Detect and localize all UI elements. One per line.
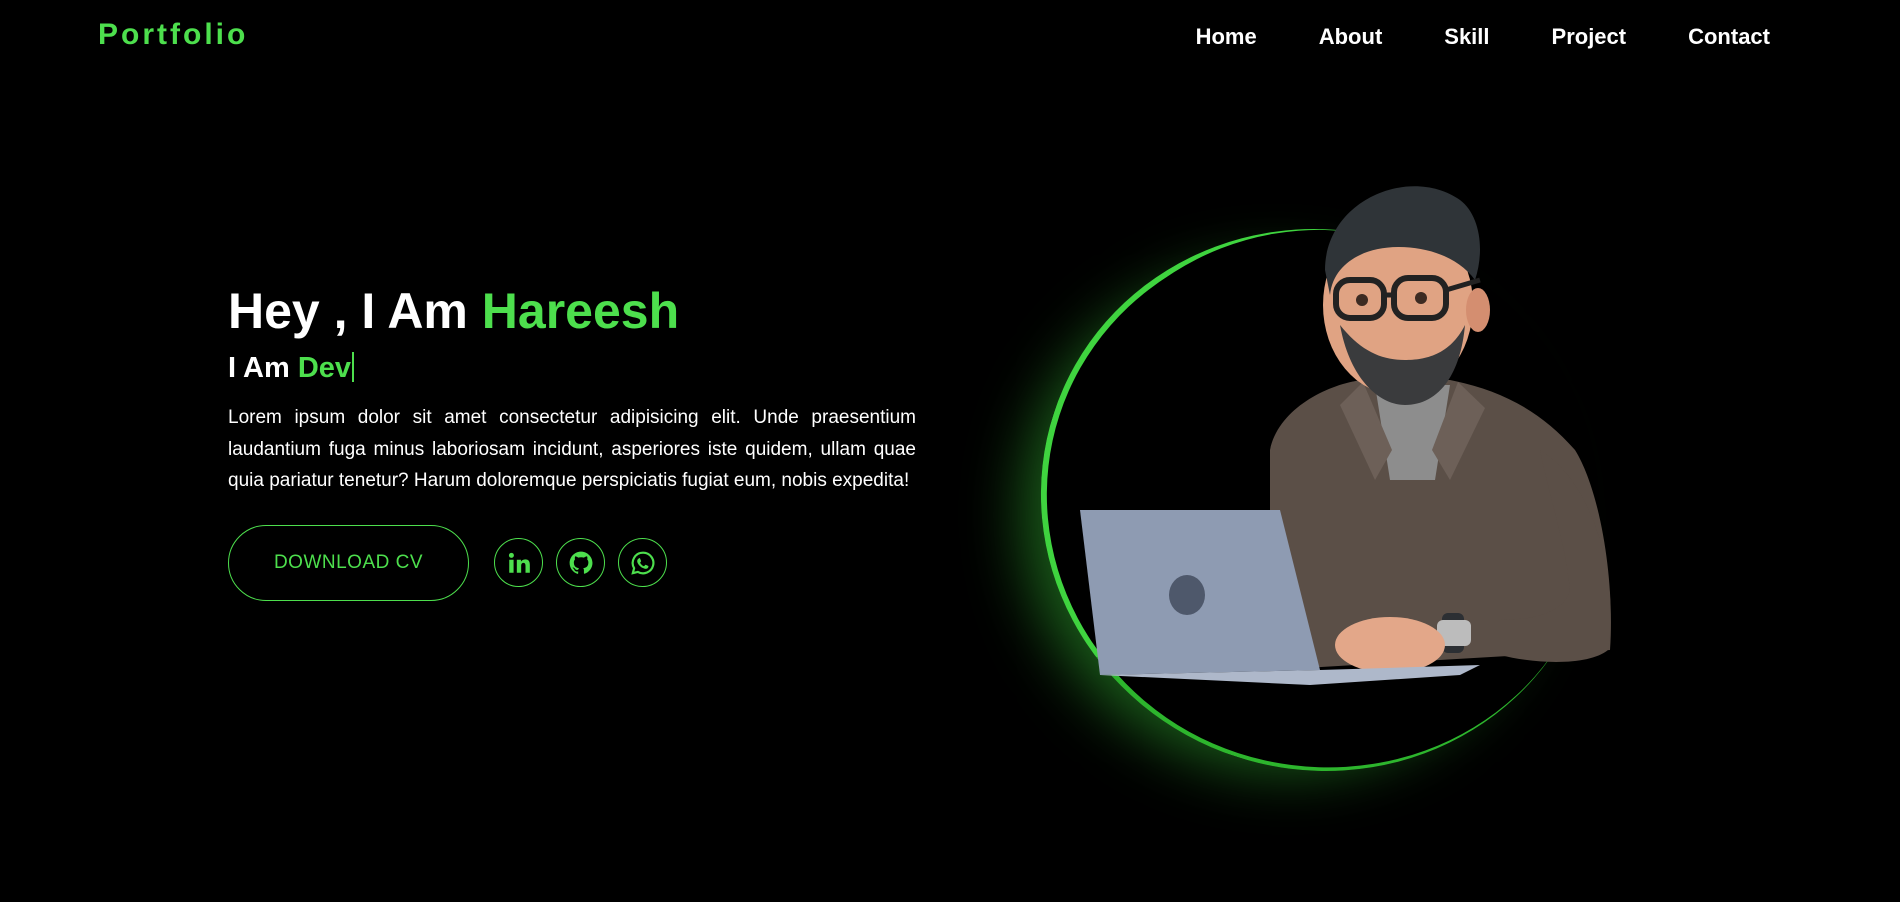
download-cv-button[interactable]: DOWNLOAD CV — [228, 524, 469, 601]
linkedin-link[interactable] — [494, 538, 543, 587]
hero-subtitle: I Am Dev — [228, 350, 916, 386]
nav-contact[interactable]: Contact — [1688, 22, 1770, 52]
hero-section: Hey , I Am Hareesh I Am Dev Lorem ipsum … — [228, 280, 916, 601]
typing-cursor — [352, 352, 355, 382]
developer-avatar-image — [1080, 186, 1611, 685]
github-icon — [569, 551, 592, 574]
hero-description: Lorem ipsum dolor sit amet consectetur a… — [228, 407, 916, 491]
hero-title-prefix: Hey , I Am — [228, 283, 482, 339]
github-link[interactable] — [556, 538, 605, 587]
hero-title: Hey , I Am Hareesh — [228, 280, 916, 342]
hero-actions: DOWNLOAD CV — [228, 524, 916, 601]
site-logo[interactable]: Portfolio — [98, 18, 248, 52]
hero-subtitle-prefix: I Am — [228, 352, 298, 384]
whatsapp-link[interactable] — [618, 538, 667, 587]
hero-illustration — [970, 150, 1680, 844]
portfolio-page: Portfolio Home About Skill Project Conta… — [0, 0, 1900, 902]
whatsapp-icon — [630, 551, 654, 575]
nav-about[interactable]: About — [1319, 22, 1383, 52]
hero-name: Hareesh — [481, 283, 680, 339]
linkedin-icon — [508, 552, 530, 573]
nav-project[interactable]: Project — [1552, 22, 1627, 52]
nav-skill[interactable]: Skill — [1444, 22, 1489, 52]
typed-role: Dev — [297, 352, 352, 384]
site-header: Portfolio Home About Skill Project Conta… — [0, 0, 1900, 76]
main-nav: Home About Skill Project Contact — [1196, 22, 1770, 52]
nav-home[interactable]: Home — [1196, 22, 1257, 52]
